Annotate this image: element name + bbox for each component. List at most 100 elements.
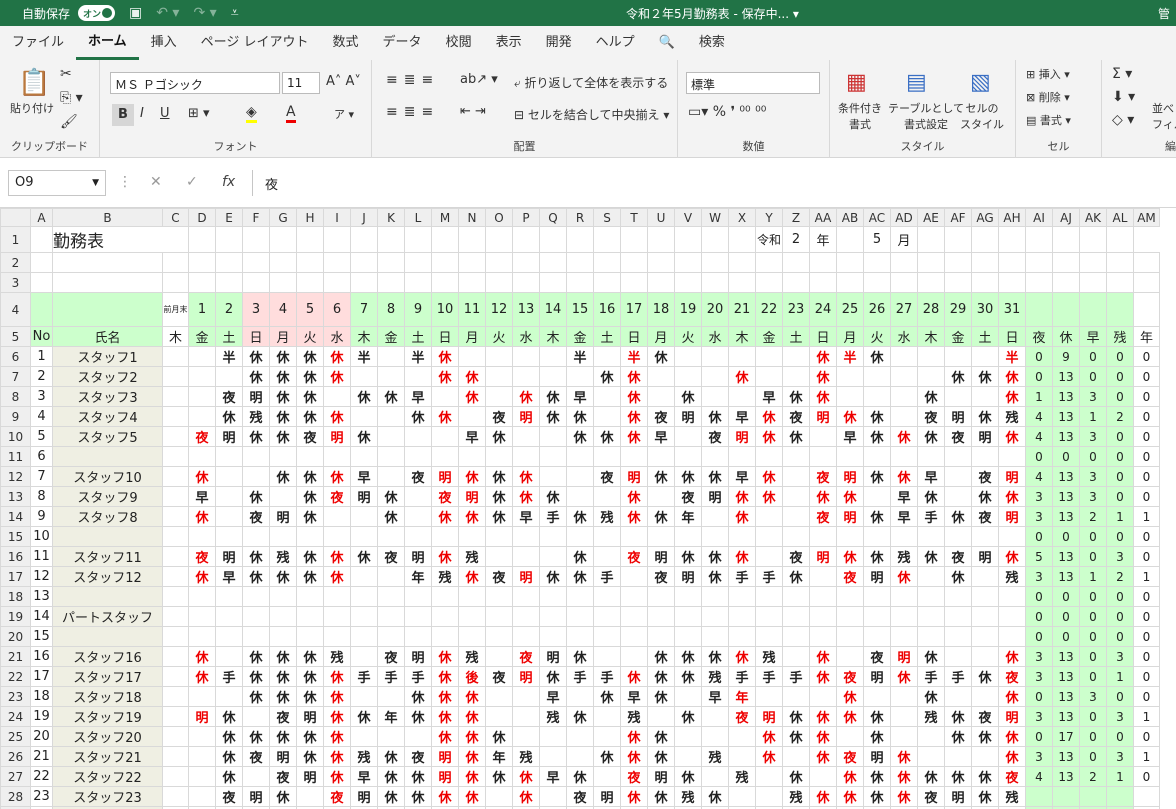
shift-cell[interactable]	[242, 766, 270, 787]
summary-cell[interactable]: 13	[1052, 466, 1080, 487]
shift-cell[interactable]: 明	[242, 786, 270, 807]
shift-cell[interactable]: 休	[647, 506, 675, 527]
shift-cell[interactable]: 休	[674, 466, 702, 487]
shift-cell[interactable]	[782, 366, 810, 387]
shift-cell[interactable]: 休	[890, 426, 918, 447]
shift-cell[interactable]: 手	[539, 506, 567, 527]
shift-cell[interactable]	[350, 506, 378, 527]
shift-cell[interactable]	[647, 586, 675, 607]
wrap-text-button[interactable]: ⤶ 折り返して全体を表示する	[514, 74, 668, 91]
cell[interactable]	[566, 252, 594, 273]
shift-cell[interactable]: 休	[458, 686, 486, 707]
shift-cell[interactable]: 休	[620, 406, 648, 427]
shift-cell[interactable]: 早	[458, 426, 486, 447]
era-label[interactable]: 令和	[755, 226, 783, 253]
summary-cell[interactable]: 3	[1079, 686, 1107, 707]
cell[interactable]	[188, 272, 216, 293]
shift-cell[interactable]	[782, 586, 810, 607]
shift-cell[interactable]	[890, 606, 918, 627]
spreadsheet-table[interactable]: A B C D E F G H I J K L M N O P Q R S T U V W X Y Z AA AB AC AD AE AF AG…	[0, 208, 1160, 809]
delete-cells-button[interactable]: ⊠ 削除 ▾	[1026, 89, 1070, 105]
shift-cell[interactable]: 休	[566, 406, 594, 427]
fill-icon[interactable]: ⬇ ▾	[1112, 89, 1135, 105]
shift-cell[interactable]	[404, 486, 432, 507]
copy-icon[interactable]: ⎘ ▾	[60, 90, 83, 106]
shift-cell[interactable]: 明	[890, 646, 918, 667]
cell[interactable]	[593, 272, 621, 293]
shift-cell[interactable]	[971, 686, 999, 707]
shift-cell[interactable]	[188, 766, 216, 787]
cell-styles-button[interactable]: セルの スタイル	[960, 100, 1004, 132]
cell[interactable]	[1025, 226, 1053, 253]
shift-cell[interactable]: 休	[404, 786, 432, 807]
shift-cell[interactable]	[404, 446, 432, 467]
year-cell[interactable]: 0	[1133, 526, 1160, 547]
year-cell[interactable]: 0	[1133, 486, 1160, 507]
shift-cell[interactable]	[809, 586, 837, 607]
cell[interactable]	[485, 272, 513, 293]
summary-cell[interactable]: 0	[1079, 706, 1107, 727]
shift-cell[interactable]: 休	[458, 766, 486, 787]
shift-cell[interactable]: 残	[242, 406, 270, 427]
shift-cell[interactable]: 休	[701, 406, 729, 427]
shift-cell[interactable]: 休	[566, 426, 594, 447]
shift-cell[interactable]: 夜	[620, 546, 648, 567]
shift-cell[interactable]: 休	[350, 386, 378, 407]
shift-cell[interactable]: 残	[701, 666, 729, 687]
summary-cell[interactable]: 3	[1079, 486, 1107, 507]
shift-cell[interactable]	[269, 486, 297, 507]
tab-0[interactable]: ファイル	[0, 26, 76, 60]
row-header[interactable]: 20	[0, 626, 31, 647]
cell[interactable]	[30, 226, 53, 253]
weekday[interactable]: 木	[539, 326, 567, 347]
shift-cell[interactable]: 夜	[215, 386, 243, 407]
shift-cell[interactable]	[782, 526, 810, 547]
cell[interactable]	[30, 252, 53, 273]
shift-cell[interactable]	[215, 486, 243, 507]
column-header[interactable]: J	[350, 208, 378, 227]
shift-cell[interactable]	[917, 586, 945, 607]
vertical-align-icons[interactable]: ≡≣≡	[386, 72, 439, 88]
shift-cell[interactable]: 半	[620, 346, 648, 367]
day-number[interactable]: 10	[431, 292, 459, 327]
prev-day-cell[interactable]	[162, 426, 189, 447]
staff-no[interactable]: 14	[30, 606, 53, 627]
shift-cell[interactable]: 休	[971, 766, 999, 787]
shift-cell[interactable]: 夜	[944, 546, 972, 567]
shift-cell[interactable]: 休	[377, 746, 405, 767]
shift-cell[interactable]	[512, 726, 540, 747]
year-cell[interactable]: 0	[1133, 346, 1160, 367]
shift-cell[interactable]: 休	[269, 346, 297, 367]
prev-day-cell[interactable]	[162, 406, 189, 427]
staff-no[interactable]: 18	[30, 686, 53, 707]
cell[interactable]	[863, 272, 891, 293]
year-cell[interactable]	[1133, 786, 1160, 807]
shift-cell[interactable]	[809, 766, 837, 787]
shift-cell[interactable]	[755, 446, 783, 467]
paste-icon[interactable]: 📋	[18, 68, 50, 98]
shift-cell[interactable]: 休	[782, 726, 810, 747]
shift-cell[interactable]	[674, 626, 702, 647]
prev-day-cell[interactable]	[162, 646, 189, 667]
staff-no[interactable]: 7	[30, 466, 53, 487]
shift-cell[interactable]: 休	[485, 426, 513, 447]
shift-cell[interactable]	[485, 546, 513, 567]
cell[interactable]	[917, 226, 945, 253]
shift-cell[interactable]: 明	[242, 386, 270, 407]
tab-2[interactable]: 挿入	[139, 26, 189, 60]
shift-cell[interactable]: 残	[323, 646, 351, 667]
font-name-select[interactable]: ＭＳ Ｐゴシック	[110, 72, 280, 94]
shift-cell[interactable]: 夜	[998, 766, 1026, 787]
shift-cell[interactable]	[593, 646, 621, 667]
shift-cell[interactable]: 夜	[998, 666, 1026, 687]
weekday[interactable]: 木	[350, 326, 378, 347]
shift-cell[interactable]	[917, 626, 945, 647]
shift-cell[interactable]: 休	[647, 466, 675, 487]
staff-no[interactable]: 1	[30, 346, 53, 367]
weekday[interactable]: 火	[863, 326, 891, 347]
weekday[interactable]: 月	[836, 326, 864, 347]
shift-cell[interactable]: 休	[539, 486, 567, 507]
weekday[interactable]: 土	[971, 326, 999, 347]
year-cell[interactable]: 0	[1133, 446, 1160, 467]
shift-cell[interactable]	[971, 606, 999, 627]
